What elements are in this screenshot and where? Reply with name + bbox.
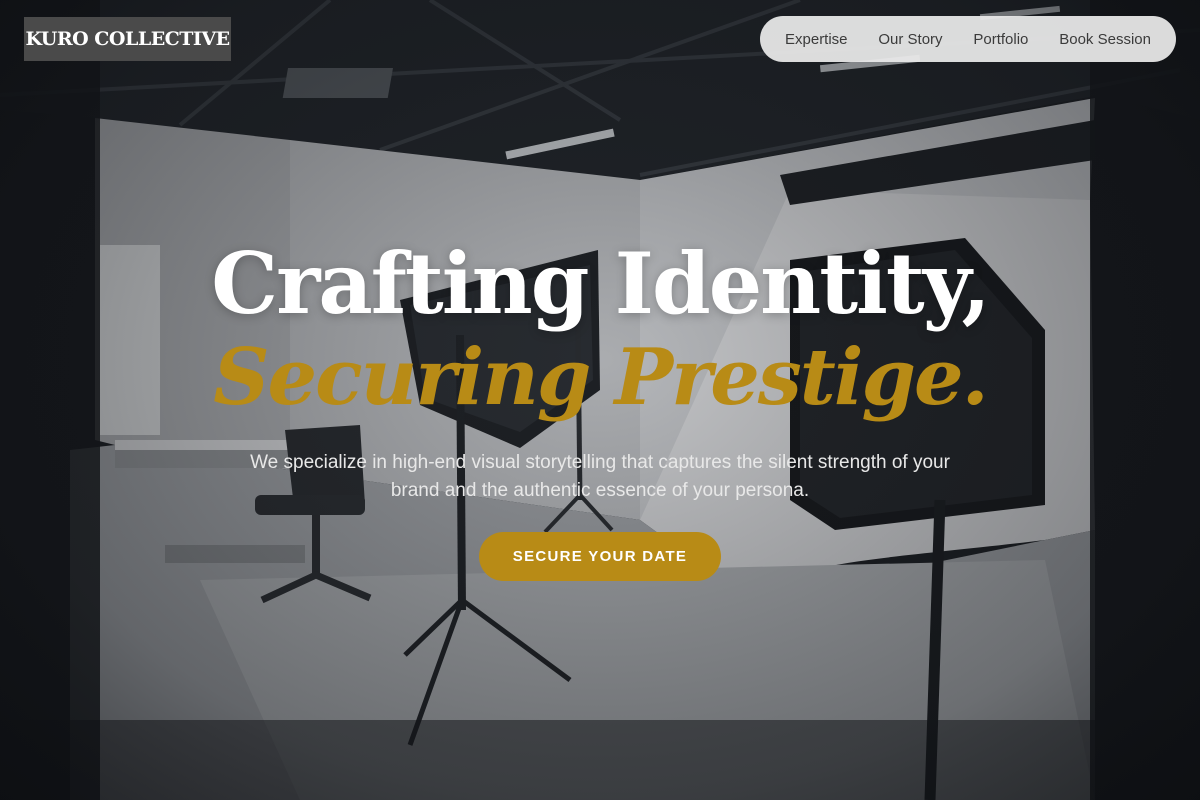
hero-subtitle: We specialize in high-end visual storyte… bbox=[250, 452, 950, 501]
hero-headline-line2: Securing Prestige. bbox=[213, 332, 989, 423]
hero-headline-line1: Crafting Identity, bbox=[211, 234, 991, 333]
brand-logo-text: KURO COLLECTIVE bbox=[25, 28, 230, 50]
nav-link-our-story[interactable]: Our Story bbox=[878, 31, 942, 48]
nav-link-portfolio[interactable]: Portfolio bbox=[973, 31, 1028, 48]
nav-link-book-session[interactable]: Book Session bbox=[1059, 31, 1151, 48]
nav-link-expertise[interactable]: Expertise bbox=[785, 31, 848, 48]
secure-your-date-button[interactable]: SECURE YOUR DATE bbox=[479, 532, 721, 581]
top-navigation: Expertise Our Story Portfolio Book Sessi… bbox=[760, 16, 1176, 62]
brand-logo[interactable]: KURO COLLECTIVE bbox=[24, 17, 231, 61]
